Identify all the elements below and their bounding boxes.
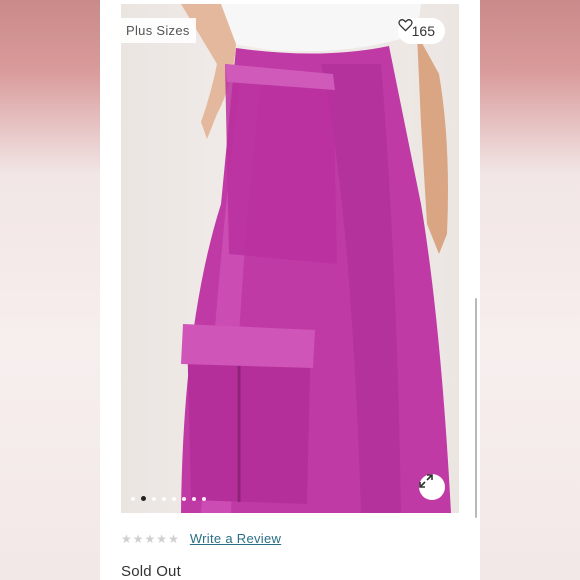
- product-photo[interactable]: Plus Sizes 165: [121, 4, 459, 513]
- blurred-background-right: [480, 0, 580, 580]
- availability-status: Sold Out: [121, 563, 181, 580]
- review-row: ★ ★ ★ ★ ★ Write a Review: [121, 531, 281, 546]
- carousel-dot[interactable]: [152, 496, 156, 501]
- heart-icon: [398, 19, 413, 32]
- carousel-dot[interactable]: [202, 496, 206, 501]
- carousel-dot[interactable]: [172, 496, 176, 501]
- star-icon: ★: [168, 531, 179, 546]
- skirt-image: [181, 4, 451, 513]
- write-review-link[interactable]: Write a Review: [190, 531, 281, 546]
- blurred-background-left: [0, 0, 100, 580]
- star-icon: ★: [132, 531, 144, 546]
- plus-sizes-tag: Plus Sizes: [121, 18, 196, 43]
- star-icon: ★: [121, 531, 132, 546]
- scrollbar-thumb[interactable]: [475, 298, 477, 518]
- expand-icon: [419, 474, 433, 488]
- carousel-dot[interactable]: [192, 496, 196, 501]
- carousel-dot[interactable]: [141, 496, 146, 501]
- carousel-dot[interactable]: [131, 496, 135, 501]
- like-count: 165: [411, 23, 435, 39]
- carousel-dot[interactable]: [162, 496, 166, 501]
- star-icon: ★: [144, 531, 156, 546]
- carousel-dot[interactable]: [182, 496, 186, 501]
- like-button[interactable]: 165: [397, 18, 445, 44]
- carousel-indicator: [131, 496, 206, 501]
- product-page: Plus Sizes 165 ★ ★ ★ ★ ★ Write a Review Sold…: [100, 0, 480, 580]
- rating-stars: ★ ★ ★ ★ ★: [121, 533, 179, 545]
- expand-image-button[interactable]: [419, 474, 445, 500]
- star-icon: ★: [156, 531, 168, 546]
